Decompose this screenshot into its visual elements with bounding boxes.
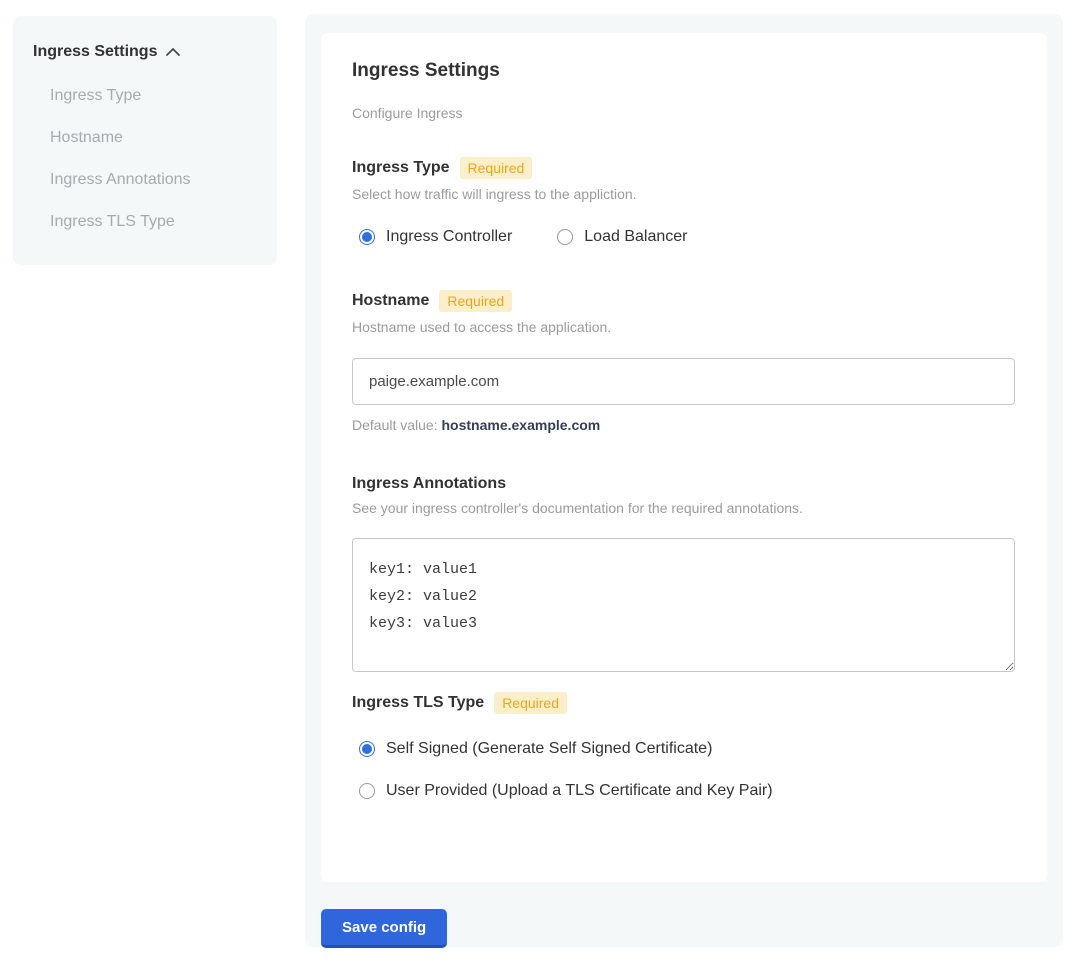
radio-label: Load Balancer [584,228,687,246]
ingress-annotations-label: Ingress Annotations [352,475,506,493]
radio-button-icon[interactable] [557,229,573,245]
hostname-input[interactable] [352,358,1015,405]
radio-button-icon[interactable] [359,229,375,245]
sidebar-item-hostname[interactable]: Hostname [50,129,257,147]
config-main-panel: Ingress Settings Configure Ingress Ingre… [305,14,1063,947]
ingress-tls-type-label: Ingress TLS Type [352,694,484,712]
sidebar-item-ingress-tls-type[interactable]: Ingress TLS Type [50,213,257,231]
chevron-up-icon [165,47,181,57]
radio-user-provided[interactable]: User Provided (Upload a TLS Certificate … [359,782,1015,800]
radio-load-balancer[interactable]: Load Balancer [557,228,687,246]
save-config-button[interactable]: Save config [321,909,447,948]
required-badge: Required [439,290,512,312]
default-value-text: hostname.example.com [442,417,601,433]
sidebar-item-list: Ingress Type Hostname Ingress Annotation… [33,87,257,231]
ingress-type-radio-group: Ingress Controller Load Balancer [352,228,1015,246]
page-title: Ingress Settings [352,60,1015,82]
sidebar-item-ingress-annotations[interactable]: Ingress Annotations [50,171,257,189]
radio-label: User Provided (Upload a TLS Certificate … [386,782,773,800]
section-hostname: Hostname Required Hostname used to acces… [352,290,1015,433]
page-subtitle: Configure Ingress [352,105,1015,121]
section-ingress-annotations: Ingress Annotations See your ingress con… [352,475,1015,672]
sidebar-group-ingress-settings[interactable]: Ingress Settings [33,43,257,61]
sidebar-item-ingress-type[interactable]: Ingress Type [50,87,257,105]
radio-button-icon[interactable] [359,783,375,799]
section-ingress-tls-type: Ingress TLS Type Required Self Signed (G… [352,692,1015,800]
ingress-tls-type-radio-group: Self Signed (Generate Self Signed Certif… [352,740,1015,800]
hostname-default-line: Default value: hostname.example.com [352,417,1015,433]
required-badge: Required [494,692,567,714]
default-value-prefix: Default value: [352,417,442,433]
radio-self-signed[interactable]: Self Signed (Generate Self Signed Certif… [359,740,1015,758]
config-card: Ingress Settings Configure Ingress Ingre… [321,33,1047,882]
radio-ingress-controller[interactable]: Ingress Controller [359,228,512,246]
ingress-type-label: Ingress Type [352,159,450,177]
hostname-help: Hostname used to access the application. [352,319,1015,335]
ingress-annotations-help: See your ingress controller's documentat… [352,500,1015,516]
ingress-annotations-textarea[interactable]: key1: value1 key2: value2 key3: value3 [352,538,1015,672]
hostname-label: Hostname [352,292,429,310]
sidebar-group-label: Ingress Settings [33,43,157,61]
config-nav-sidebar: Ingress Settings Ingress Type Hostname I… [13,16,277,265]
radio-label: Ingress Controller [386,228,512,246]
radio-label: Self Signed (Generate Self Signed Certif… [386,740,712,758]
radio-button-icon[interactable] [359,741,375,757]
required-badge: Required [460,157,533,179]
ingress-type-help: Select how traffic will ingress to the a… [352,186,1015,202]
section-ingress-type: Ingress Type Required Select how traffic… [352,157,1015,246]
